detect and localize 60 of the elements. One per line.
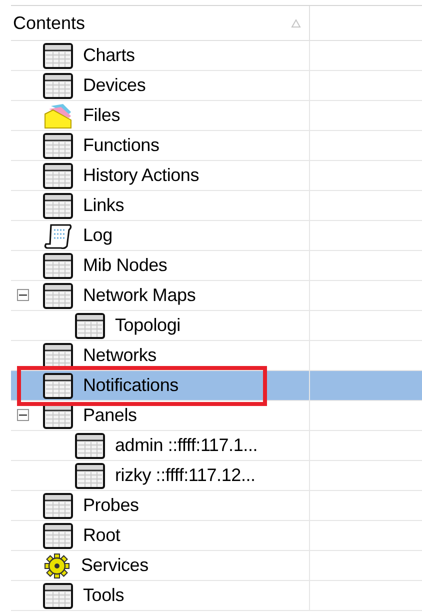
tree-row[interactable]: Charts [11,41,422,71]
tree-row[interactable]: Networks [11,341,422,371]
tree-item-label: Log [83,225,112,246]
tree-row[interactable]: Probes [11,491,422,521]
tree-row[interactable]: Devices [11,71,422,101]
tree-item-label: Tools [83,585,124,606]
table-icon [43,72,73,98]
tree-item-label: Notifications [83,375,178,396]
table-icon [43,582,73,608]
table-icon [75,432,105,458]
tree-row[interactable]: admin ::ffff:117.1... [11,431,422,461]
tree-item-label: Networks [83,345,156,366]
collapse-icon[interactable] [17,289,29,301]
tree-row[interactable]: Mib Nodes [11,251,422,281]
tree-row[interactable]: rizky ::ffff:117.12... [11,461,422,491]
table-icon [43,132,73,158]
table-icon [43,42,73,68]
tree-row[interactable]: Functions [11,131,422,161]
column-header[interactable]: Contents [11,6,310,40]
tree-row[interactable]: Links [11,191,422,221]
tree-item-label: History Actions [83,165,200,186]
tree-row[interactable]: Files [11,101,422,131]
tree-item-label: Charts [83,45,135,66]
table-icon [43,282,73,308]
table-icon [43,492,73,518]
gear-icon [43,552,71,580]
tree-row[interactable]: Panels [11,401,422,431]
tree-row[interactable]: Network Maps [11,281,422,311]
table-icon [75,462,105,488]
tree-row[interactable]: Services [11,551,422,581]
tree-item-label: Network Maps [83,285,196,306]
tree-row[interactable]: Tools [11,581,422,611]
tree-item-label: Services [81,555,148,576]
tree-item-label: Links [83,195,124,216]
tree-item-label: Root [83,525,120,546]
tree-row[interactable]: Topologi [11,311,422,341]
tree-item-label: Files [83,105,120,126]
tree-item-label: Probes [83,495,139,516]
tree-item-label: Panels [83,405,137,426]
tree-item-label: Functions [83,135,160,156]
tree-row[interactable]: Root [11,521,422,551]
tree-row[interactable]: History Actions [11,161,422,191]
table-icon [75,312,105,338]
tree-item-label: Topologi [115,315,180,336]
tree-item-label: rizky ::ffff:117.12... [115,465,256,486]
collapse-icon[interactable] [17,409,29,421]
column-title: Contents [13,12,86,34]
table-icon [43,372,73,398]
table-icon [43,522,73,548]
tree-item-label: Mib Nodes [83,255,168,276]
table-icon [43,252,73,278]
tree-row[interactable]: Log [11,221,422,251]
tree-item-label: admin ::ffff:117.1... [115,435,258,456]
scroll-icon [43,222,73,250]
table-icon [43,192,73,218]
tree-item-label: Devices [83,75,146,96]
table-icon [43,342,73,368]
tree-row[interactable]: Notifications [11,371,422,401]
folder-icon [43,102,73,130]
table-icon [43,162,73,188]
